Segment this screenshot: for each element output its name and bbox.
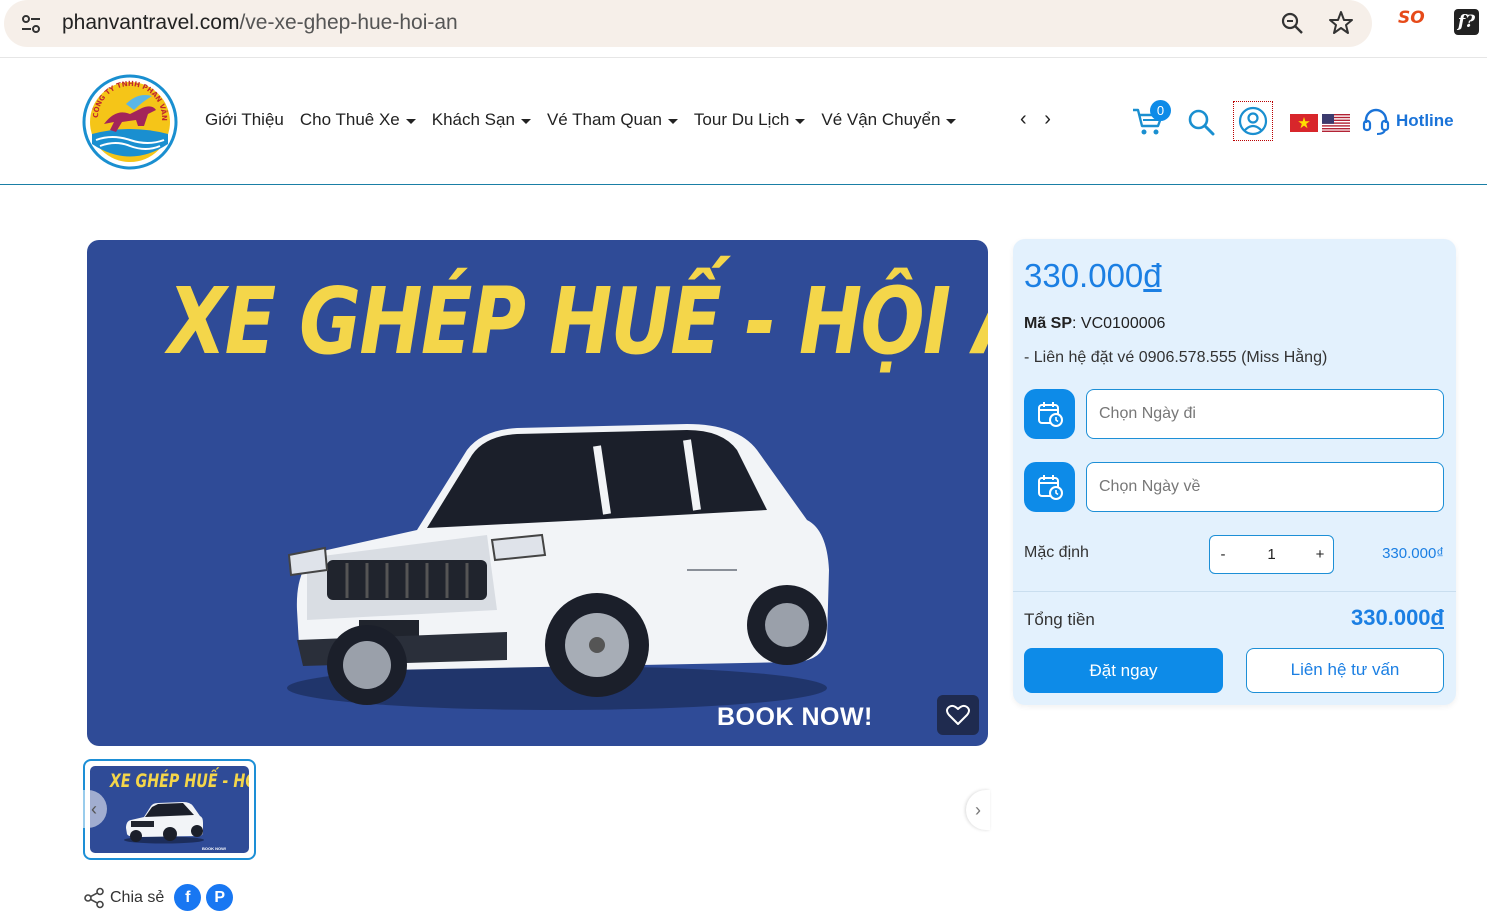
depart-calendar-button[interactable] [1024,389,1075,439]
quantity-stepper: - 1 + [1209,535,1334,574]
depart-date-row: Chọn Ngày đi [1024,389,1444,439]
quantity-input[interactable]: 1 [1230,546,1313,563]
total-label: Tổng tiền [1024,610,1095,629]
zoom-icon[interactable] [1279,10,1305,36]
book-now-button[interactable]: Đặt ngay [1024,648,1223,693]
contact-consult-button[interactable]: Liên hệ tư vấn [1246,648,1444,693]
url-domain: phanvantravel.com [62,11,240,34]
share-bar: Chia sẻ f P [83,884,238,911]
total-number: 330.000 [1351,605,1431,630]
quantity-increase-button[interactable]: + [1313,546,1327,563]
quantity-decrease-button[interactable]: - [1216,546,1230,563]
chevron-left-icon: ‹ [91,799,97,819]
car-image [124,802,204,844]
heart-icon [946,704,970,725]
wishlist-button[interactable] [937,695,979,735]
hotline-label: Hotline [1396,111,1454,130]
nav-gioi-thieu[interactable]: Giới Thiệu [205,110,284,130]
main-nav: Giới Thiệu Cho Thuê Xe Khách Sạn Vé Tham… [205,110,972,130]
total-price: 330.000đ [1351,605,1444,631]
sku-label: Mã SP [1024,315,1073,332]
quantity-label: Mặc định [1024,544,1089,561]
thumbnail-title: XE GHÉP HUẾ - HỘI AN [109,770,249,792]
share-label: Chia sẻ [110,888,165,906]
caret-down-icon [520,118,531,124]
cart-count-badge: 0 [1150,100,1171,121]
return-calendar-button[interactable] [1024,462,1075,512]
nav-label: Vé Vận Chuyển [821,110,941,129]
divider [1013,591,1456,592]
account-button[interactable] [1233,101,1273,141]
chevron-right-icon: › [975,800,981,820]
extension-icon[interactable]: SO [1398,8,1426,36]
nav-ve-van-chuyen[interactable]: Vé Vận Chuyển [821,110,957,130]
site-settings-icon[interactable] [18,11,44,37]
headset-icon [1362,108,1390,135]
url-path: /ve-xe-ghep-hue-hoi-an [239,11,458,34]
nav-cho-thue-xe[interactable]: Cho Thuê Xe [300,110,416,130]
address-bar[interactable]: phanvantravel.com/ve-xe-ghep-hue-hoi-an [4,0,1372,47]
booking-panel: 330.000đ Mã SP: VC0100006 - Liên hệ đặt … [1013,239,1456,705]
product-sku: Mã SP: VC0100006 [1024,315,1165,333]
nav-label: Tour Du Lịch [693,110,790,129]
total-currency: đ [1430,605,1444,630]
pinterest-share-button[interactable]: P [206,884,234,911]
browser-toolbar: phanvantravel.com/ve-xe-ghep-hue-hoi-an … [0,0,1487,58]
price-number: 330.000 [1024,257,1144,294]
nav-label: Cho Thuê Xe [299,110,400,129]
nav-khach-san[interactable]: Khách Sạn [432,110,531,130]
english-flag-icon[interactable] [1322,114,1350,132]
search-icon[interactable] [1187,108,1215,136]
calendar-clock-icon [1037,402,1063,427]
bookmark-star-icon[interactable] [1327,9,1355,37]
thumbnail-item[interactable]: XE GHÉP HUẾ - HỘI AN BOOK NOW! [83,759,256,860]
nav-label: Vé Tham Quan [546,110,662,129]
nav-tour-du-lich[interactable]: Tour Du Lịch [693,110,806,130]
nav-label: Khách Sạn [431,110,515,129]
caret-down-icon [667,118,678,124]
facebook-share-button[interactable]: f [174,884,202,911]
contact-info: - Liên hệ đặt vé 0906.578.555 (Miss Hằng… [1024,349,1328,366]
thumbnail-book-now: BOOK NOW! [202,846,227,851]
extension-f-icon[interactable]: f? [1454,9,1479,35]
thumbnail-next-button[interactable]: › [966,790,990,830]
return-date-row: Chọn Ngày về [1024,462,1444,512]
product-price: 330.000đ [1024,257,1162,295]
banner-book-now: BOOK NOW! [717,703,873,731]
nav-ve-tham-quan[interactable]: Vé Tham Quan [547,110,678,130]
caret-down-icon [795,118,806,124]
line-price: 330.000₫ [1382,545,1444,562]
url-text[interactable]: phanvantravel.com/ve-xe-ghep-hue-hoi-an [62,11,458,35]
hotline-link[interactable]: Hotline [1361,106,1454,136]
company-logo[interactable]: CÔNG TY TNHH PHAN VÂN [82,74,178,170]
car-image [287,424,830,710]
user-icon [1238,106,1268,136]
vietnamese-flag-icon[interactable] [1290,114,1318,132]
calendar-clock-icon [1037,475,1063,500]
site-header: CÔNG TY TNHH PHAN VÂN Giới Thiệu Cho Thu… [0,58,1487,185]
sku-value: : VC0100006 [1072,315,1166,332]
return-date-input[interactable]: Chọn Ngày về [1086,462,1444,512]
caret-down-icon [405,118,416,124]
caret-down-icon [946,118,957,124]
share-icon [84,887,104,908]
thumbnail-image: XE GHÉP HUẾ - HỘI AN BOOK NOW! [90,766,249,853]
depart-date-input[interactable]: Chọn Ngày đi [1086,389,1444,439]
nav-scroll-arrows[interactable]: ‹ › [1020,108,1057,131]
price-currency: đ [1143,257,1162,294]
nav-label: Giới Thiệu [205,110,284,129]
banner-title: XE GHÉP HUẾ - HỘI AN [168,268,988,375]
product-main-image[interactable]: XE GHÉP HUẾ - HỘI AN BOOK NOW! [87,240,988,746]
